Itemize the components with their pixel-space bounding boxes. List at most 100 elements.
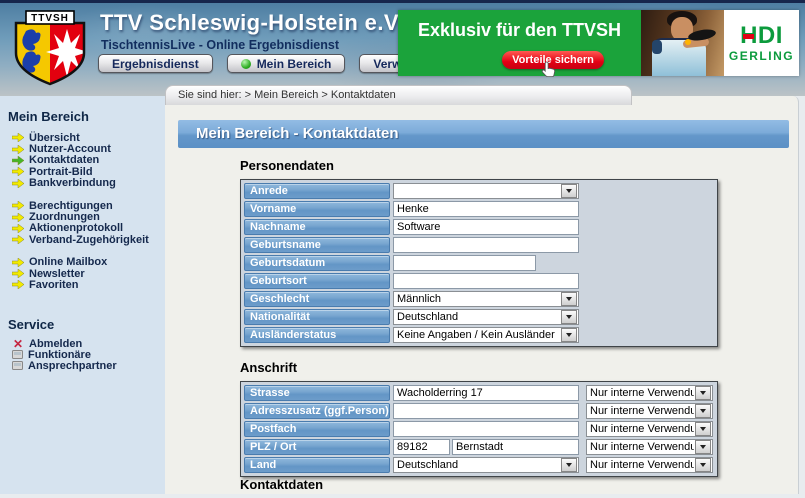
geschlecht-dropdown[interactable]: Männlich — [393, 291, 579, 307]
hdi-logo-text: HDI — [740, 24, 783, 48]
ausländerstatus-dropdown[interactable]: Keine Angaben / Kein Ausländer — [393, 327, 579, 343]
service-item-ansprechpartner[interactable]: Ansprechpartner — [8, 360, 165, 371]
sidebar-item-label: Aktionenprotokoll — [29, 222, 123, 234]
service-item-funktionäre[interactable]: Funktionäre — [8, 349, 165, 360]
sidebar-item-label: Online Mailbox — [29, 256, 107, 268]
dropdown-value: Deutschland — [394, 311, 560, 323]
field-controls — [393, 219, 579, 235]
ad-banner[interactable]: Exklusiv für den TTVSH Vorteile sichern … — [398, 10, 799, 76]
chevron-down-icon — [700, 391, 706, 395]
arrow-icon — [12, 145, 24, 154]
section-personendaten: PersonendatenAnredeVornameNachnameGeburt… — [240, 158, 718, 347]
chevron-down-icon — [700, 409, 706, 413]
arrow-icon — [12, 269, 24, 278]
land-dropdown[interactable]: Deutschland — [393, 457, 579, 473]
strasse-input[interactable] — [393, 385, 579, 401]
active-indicator-dot — [241, 59, 251, 69]
dropdown-arrow-button[interactable] — [695, 458, 711, 472]
dropdown-arrow-button[interactable] — [561, 310, 577, 324]
field-controls: Nur interne Verwendung — [393, 403, 713, 419]
dropdown-arrow-button[interactable] — [695, 440, 711, 454]
panel-icon — [12, 361, 23, 370]
plz-ort-visibility-dropdown[interactable]: Nur interne Verwendung — [586, 439, 713, 455]
chevron-down-icon — [566, 189, 572, 193]
dropdown-value: Nur interne Verwendung — [587, 423, 694, 435]
sidebar-item-label: Portrait-Bild — [29, 166, 93, 178]
dropdown-arrow-button[interactable] — [561, 184, 577, 198]
dropdown-arrow-button[interactable] — [561, 458, 577, 472]
service-item-abmelden[interactable]: ✕Abmelden — [8, 339, 165, 350]
nationalität-dropdown[interactable]: Deutschland — [393, 309, 579, 325]
form-box-anschrift: StrasseNur interne VerwendungAdresszusat… — [240, 381, 718, 477]
field-controls: Deutschland — [393, 309, 579, 325]
sidebar-item-bankverbindung[interactable]: Bankverbindung — [8, 178, 165, 189]
site-title: TTV Schleswig-Holstein e.V. — [100, 10, 403, 36]
field-label: PLZ / Ort — [244, 439, 390, 455]
dropdown-arrow-button[interactable] — [561, 328, 577, 342]
dropdown-arrow-button[interactable] — [695, 404, 711, 418]
nav-button-label: Mein Bereich — [257, 57, 332, 71]
geburtsname-input[interactable] — [393, 237, 579, 253]
field-label: Geschlecht — [244, 291, 390, 307]
ad-banner-green-panel: Exklusiv für den TTVSH Vorteile sichern — [398, 10, 641, 76]
nav-button-ergebnisdienst[interactable]: Ergebnisdienst — [98, 54, 213, 73]
sidebar-item-berechtigungen[interactable]: Berechtigungen — [8, 200, 165, 211]
sidebar-item-favoriten[interactable]: Favoriten — [8, 279, 165, 290]
logout-x-icon: ✕ — [12, 339, 24, 349]
adresszusatz-ggf-person--input[interactable] — [393, 403, 579, 419]
form-row-adresszusatz-ggf-person-: Adresszusatz (ggf.Person)Nur interne Ver… — [244, 402, 714, 420]
field-controls: Deutschland Nur interne Verwendung — [393, 457, 713, 473]
sidebar-item-newsletter[interactable]: Newsletter — [8, 268, 165, 279]
field-label: Vorname — [244, 201, 390, 217]
arrow-icon — [12, 167, 24, 176]
field-controls: Keine Angaben / Kein Ausländer — [393, 327, 579, 343]
ort-input[interactable] — [452, 439, 579, 455]
chevron-down-icon — [566, 463, 572, 467]
geburtsort-input[interactable] — [393, 273, 579, 289]
field-controls — [393, 255, 536, 271]
sidebar-item-kontaktdaten[interactable]: Kontaktdaten — [8, 155, 165, 166]
sidebar-item-zuordnungen[interactable]: Zuordnungen — [8, 211, 165, 222]
sidebar-groups: ÜbersichtNutzer-AccountKontaktdatenPortr… — [8, 132, 165, 291]
postfach-visibility-dropdown[interactable]: Nur interne Verwendung — [586, 421, 713, 437]
adresszusatz-ggf-person--visibility-dropdown[interactable]: Nur interne Verwendung — [586, 403, 713, 419]
field-controls: Männlich — [393, 291, 579, 307]
postfach-input[interactable] — [393, 421, 579, 437]
dropdown-value: Nur interne Verwendung — [587, 441, 694, 453]
arrow-icon — [12, 133, 24, 142]
sidebar-item-nutzer-account[interactable]: Nutzer-Account — [8, 143, 165, 154]
dropdown-value: Nur interne Verwendung — [587, 405, 694, 417]
dropdown-arrow-button[interactable] — [695, 422, 711, 436]
sidebar-group-1: ÜbersichtNutzer-AccountKontaktdatenPortr… — [8, 132, 165, 189]
section-anschrift: AnschriftStrasseNur interne VerwendungAd… — [240, 360, 718, 477]
anrede-dropdown[interactable] — [393, 183, 579, 199]
strasse-visibility-dropdown[interactable]: Nur interne Verwendung — [586, 385, 713, 401]
sidebar-item-label: Newsletter — [29, 268, 85, 280]
sidebar-item-portrait-bild[interactable]: Portrait-Bild — [8, 166, 165, 177]
chevron-down-icon — [700, 445, 706, 449]
dropdown-arrow-button[interactable] — [695, 386, 711, 400]
site-subtitle: TischtennisLive - Online Ergebnisdienst — [101, 38, 339, 52]
hdi-logo-red-bar — [743, 34, 754, 39]
field-controls — [393, 201, 579, 217]
sidebar-item-verband-zugehörigkeit[interactable]: Verband-Zugehörigkeit — [8, 234, 165, 245]
land-visibility-dropdown[interactable]: Nur interne Verwendung — [586, 457, 713, 473]
sidebar-item-übersicht[interactable]: Übersicht — [8, 132, 165, 143]
sidebar-item-label: Berechtigungen — [29, 200, 113, 212]
nav-button-mein-bereich[interactable]: Mein Bereich — [227, 54, 346, 73]
nachname-input[interactable] — [393, 219, 579, 235]
field-label: Nachname — [244, 219, 390, 235]
chevron-down-icon — [566, 297, 572, 301]
field-controls — [393, 183, 579, 199]
sidebar-item-aktionenprotokoll[interactable]: Aktionenprotokoll — [8, 223, 165, 234]
sidebar-item-label: Nutzer-Account — [29, 143, 111, 155]
sidebar-item-online-mailbox[interactable]: Online Mailbox — [8, 257, 165, 268]
arrow-icon — [12, 201, 24, 210]
sidebar-group-2: BerechtigungenZuordnungenAktionenprotoko… — [8, 200, 165, 246]
plz-input[interactable] — [393, 439, 450, 455]
vorname-input[interactable] — [393, 201, 579, 217]
geburtsdatum-input[interactable] — [393, 255, 536, 271]
form-row-postfach: PostfachNur interne Verwendung — [244, 420, 714, 438]
dropdown-arrow-button[interactable] — [561, 292, 577, 306]
form-row-geburtsname: Geburtsname — [244, 236, 714, 254]
